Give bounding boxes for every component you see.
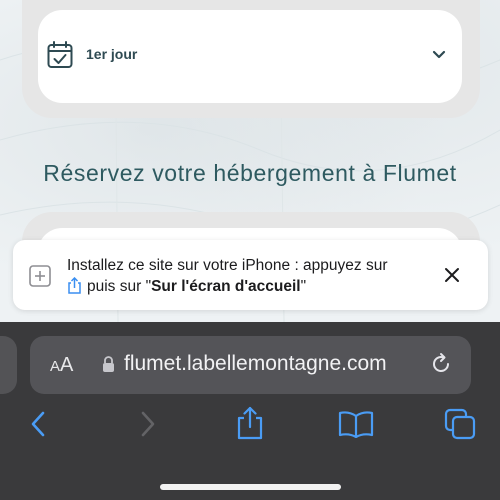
text-size-large: A [60, 354, 74, 376]
chevron-down-icon[interactable] [432, 50, 446, 60]
reload-icon[interactable] [429, 352, 453, 376]
day-label: 1er jour [86, 46, 138, 62]
close-icon[interactable] [444, 267, 460, 283]
forward-icon[interactable] [136, 410, 158, 438]
previous-tab-preview[interactable] [0, 336, 17, 394]
add-square-icon [29, 265, 51, 287]
banner-line2-bold: Sur l'écran d'accueil [151, 278, 301, 295]
share-icon[interactable] [235, 406, 265, 440]
browser-toolbar: AA flumet.labellemontagne.com [0, 322, 500, 500]
banner-instruction-line1: Installez ce site sur votre iPhone : app… [67, 257, 388, 274]
home-indicator [160, 484, 341, 490]
address-bar[interactable]: AA flumet.labellemontagne.com [30, 336, 471, 394]
back-icon[interactable] [28, 410, 50, 438]
text-size-small: A [50, 358, 61, 375]
section-title: Réservez votre hébergement à Flumet [43, 160, 457, 186]
install-banner: Installez ce site sur votre iPhone : app… [13, 240, 488, 310]
lock-icon [103, 356, 114, 372]
banner-instruction-line2: puis sur "Sur l'écran d'accueil" [67, 277, 306, 296]
bookmarks-icon[interactable] [338, 410, 374, 438]
share-icon [68, 277, 81, 294]
banner-line2-suffix: " [300, 278, 307, 295]
day-selector[interactable]: 1er jour [38, 10, 462, 103]
calendar-check-icon [47, 41, 73, 68]
url-text: flumet.labellemontagne.com [124, 352, 387, 375]
banner-line2-prefix: puis sur " [87, 278, 152, 295]
tabs-icon[interactable] [444, 408, 476, 440]
text-size-button[interactable]: AA [50, 354, 73, 377]
